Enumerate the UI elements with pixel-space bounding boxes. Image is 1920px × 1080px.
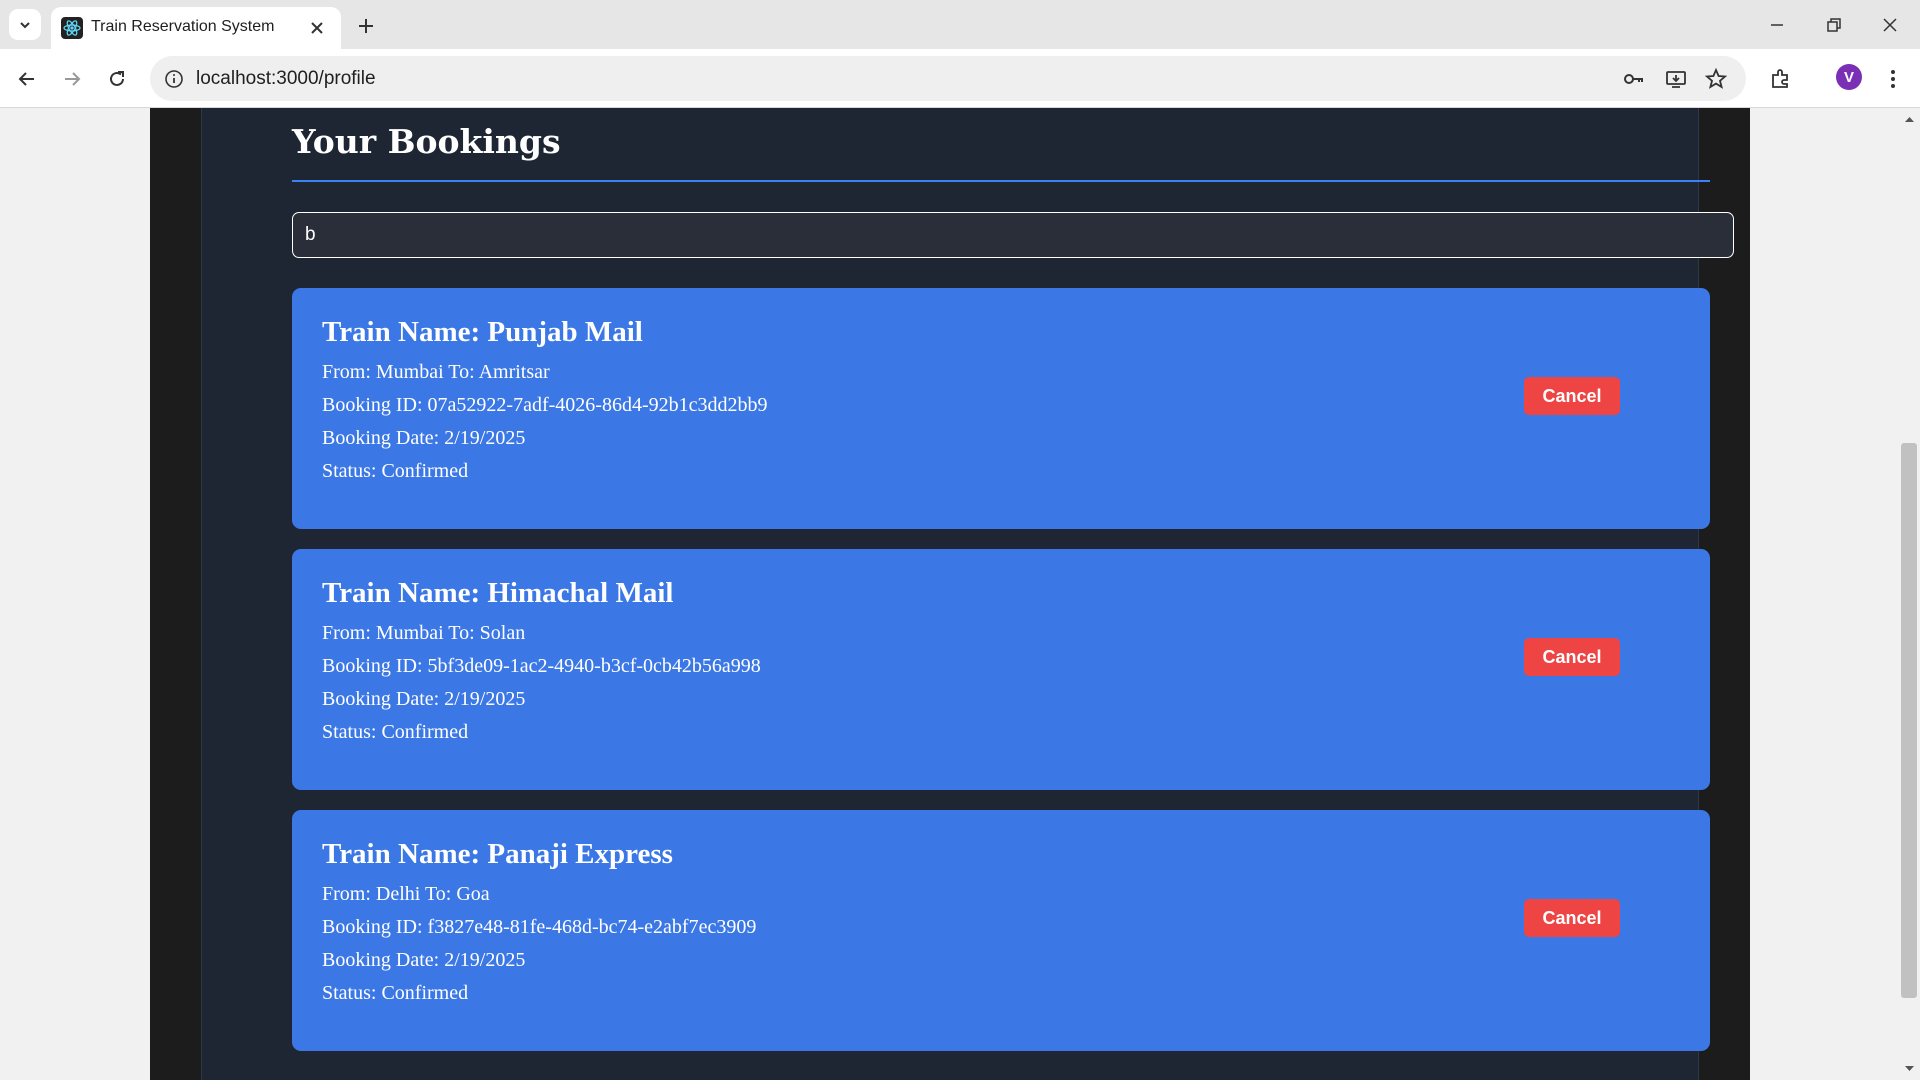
info-icon[interactable] bbox=[163, 68, 185, 90]
reload-icon[interactable] bbox=[104, 66, 130, 92]
close-window-icon[interactable] bbox=[1877, 12, 1903, 38]
booking-id: Booking ID: 07a52922-7adf-4026-86d4-92b1… bbox=[322, 394, 768, 416]
train-name: Train Name: Punjab Mail bbox=[322, 316, 643, 348]
route: From: Delhi To: Goa bbox=[322, 883, 490, 905]
booking-date: Booking Date: 2/19/2025 bbox=[322, 427, 526, 449]
react-favicon-icon bbox=[61, 17, 83, 39]
url-text[interactable]: localhost:3000/profile bbox=[196, 68, 376, 90]
booking-id: Booking ID: f3827e48-81fe-468d-bc74-e2ab… bbox=[322, 916, 757, 938]
search-input[interactable] bbox=[292, 212, 1734, 258]
vertical-scrollbar[interactable] bbox=[1899, 108, 1920, 1080]
booking-date: Booking Date: 2/19/2025 bbox=[322, 688, 526, 710]
tab-search-icon[interactable] bbox=[9, 9, 41, 40]
avatar[interactable]: V bbox=[1836, 64, 1862, 90]
more-vert-icon[interactable] bbox=[1880, 66, 1906, 92]
browser-toolbar: localhost:3000/profile V bbox=[0, 49, 1920, 108]
bookings-container: Your Bookings Train Name: Punjab Mail Fr… bbox=[201, 108, 1734, 1080]
extensions-icon[interactable] bbox=[1768, 66, 1794, 92]
booking-card: Train Name: Himachal Mail From: Mumbai T… bbox=[292, 549, 1710, 790]
star-icon[interactable] bbox=[1704, 67, 1728, 91]
page-background: Your Bookings Train Name: Punjab Mail Fr… bbox=[150, 108, 1750, 1080]
plus-icon[interactable] bbox=[354, 14, 378, 38]
page-viewport: Your Bookings Train Name: Punjab Mail Fr… bbox=[0, 108, 1899, 1080]
scroll-thumb[interactable] bbox=[1901, 443, 1917, 998]
route: From: Mumbai To: Amritsar bbox=[322, 361, 550, 383]
install-icon[interactable] bbox=[1664, 67, 1688, 91]
address-bar[interactable]: localhost:3000/profile bbox=[150, 56, 1746, 101]
cancel-button[interactable]: Cancel bbox=[1524, 377, 1620, 415]
booking-status: Status: Confirmed bbox=[322, 982, 469, 1004]
booking-date: Booking Date: 2/19/2025 bbox=[322, 949, 526, 971]
booking-id: Booking ID: 5bf3de09-1ac2-4940-b3cf-0cb4… bbox=[322, 655, 761, 677]
train-name: Train Name: Himachal Mail bbox=[322, 577, 674, 609]
title-divider bbox=[292, 180, 1710, 182]
scroll-down-icon[interactable] bbox=[1904, 1063, 1915, 1074]
train-name: Train Name: Panaji Express bbox=[322, 838, 673, 870]
cancel-button[interactable]: Cancel bbox=[1524, 638, 1620, 676]
restore-icon[interactable] bbox=[1820, 12, 1846, 38]
booking-card: Train Name: Panaji Express From: Delhi T… bbox=[292, 810, 1710, 1051]
tab-strip: Train Reservation System bbox=[0, 0, 1920, 49]
key-icon[interactable] bbox=[1622, 67, 1646, 91]
booking-status: Status: Confirmed bbox=[322, 721, 469, 743]
close-icon[interactable] bbox=[307, 18, 327, 38]
route: From: Mumbai To: Solan bbox=[322, 622, 526, 644]
forward-arrow-icon[interactable] bbox=[59, 66, 85, 92]
tab-train-reservation[interactable]: Train Reservation System bbox=[51, 7, 341, 49]
scroll-up-icon[interactable] bbox=[1904, 114, 1915, 125]
minimize-icon[interactable] bbox=[1764, 12, 1790, 38]
cancel-button[interactable]: Cancel bbox=[1524, 899, 1620, 937]
page-title: Your Bookings bbox=[292, 122, 561, 161]
booking-status: Status: Confirmed bbox=[322, 460, 469, 482]
booking-card: Train Name: Punjab Mail From: Mumbai To:… bbox=[292, 288, 1710, 529]
tab-title: Train Reservation System bbox=[91, 18, 275, 35]
back-arrow-icon[interactable] bbox=[14, 66, 40, 92]
